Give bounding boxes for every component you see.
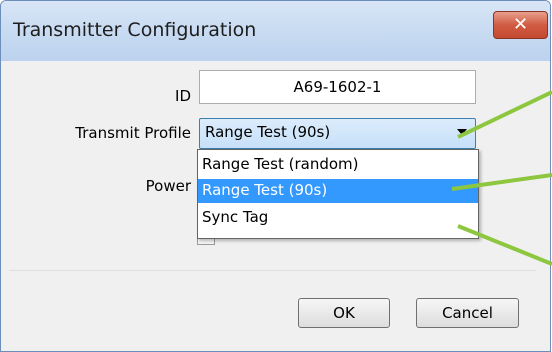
callout-line-range-test <box>451 173 552 191</box>
callout-line-sync-tag <box>457 224 552 266</box>
annotation-callouts <box>451 90 552 266</box>
callout-line-profile <box>457 90 552 139</box>
